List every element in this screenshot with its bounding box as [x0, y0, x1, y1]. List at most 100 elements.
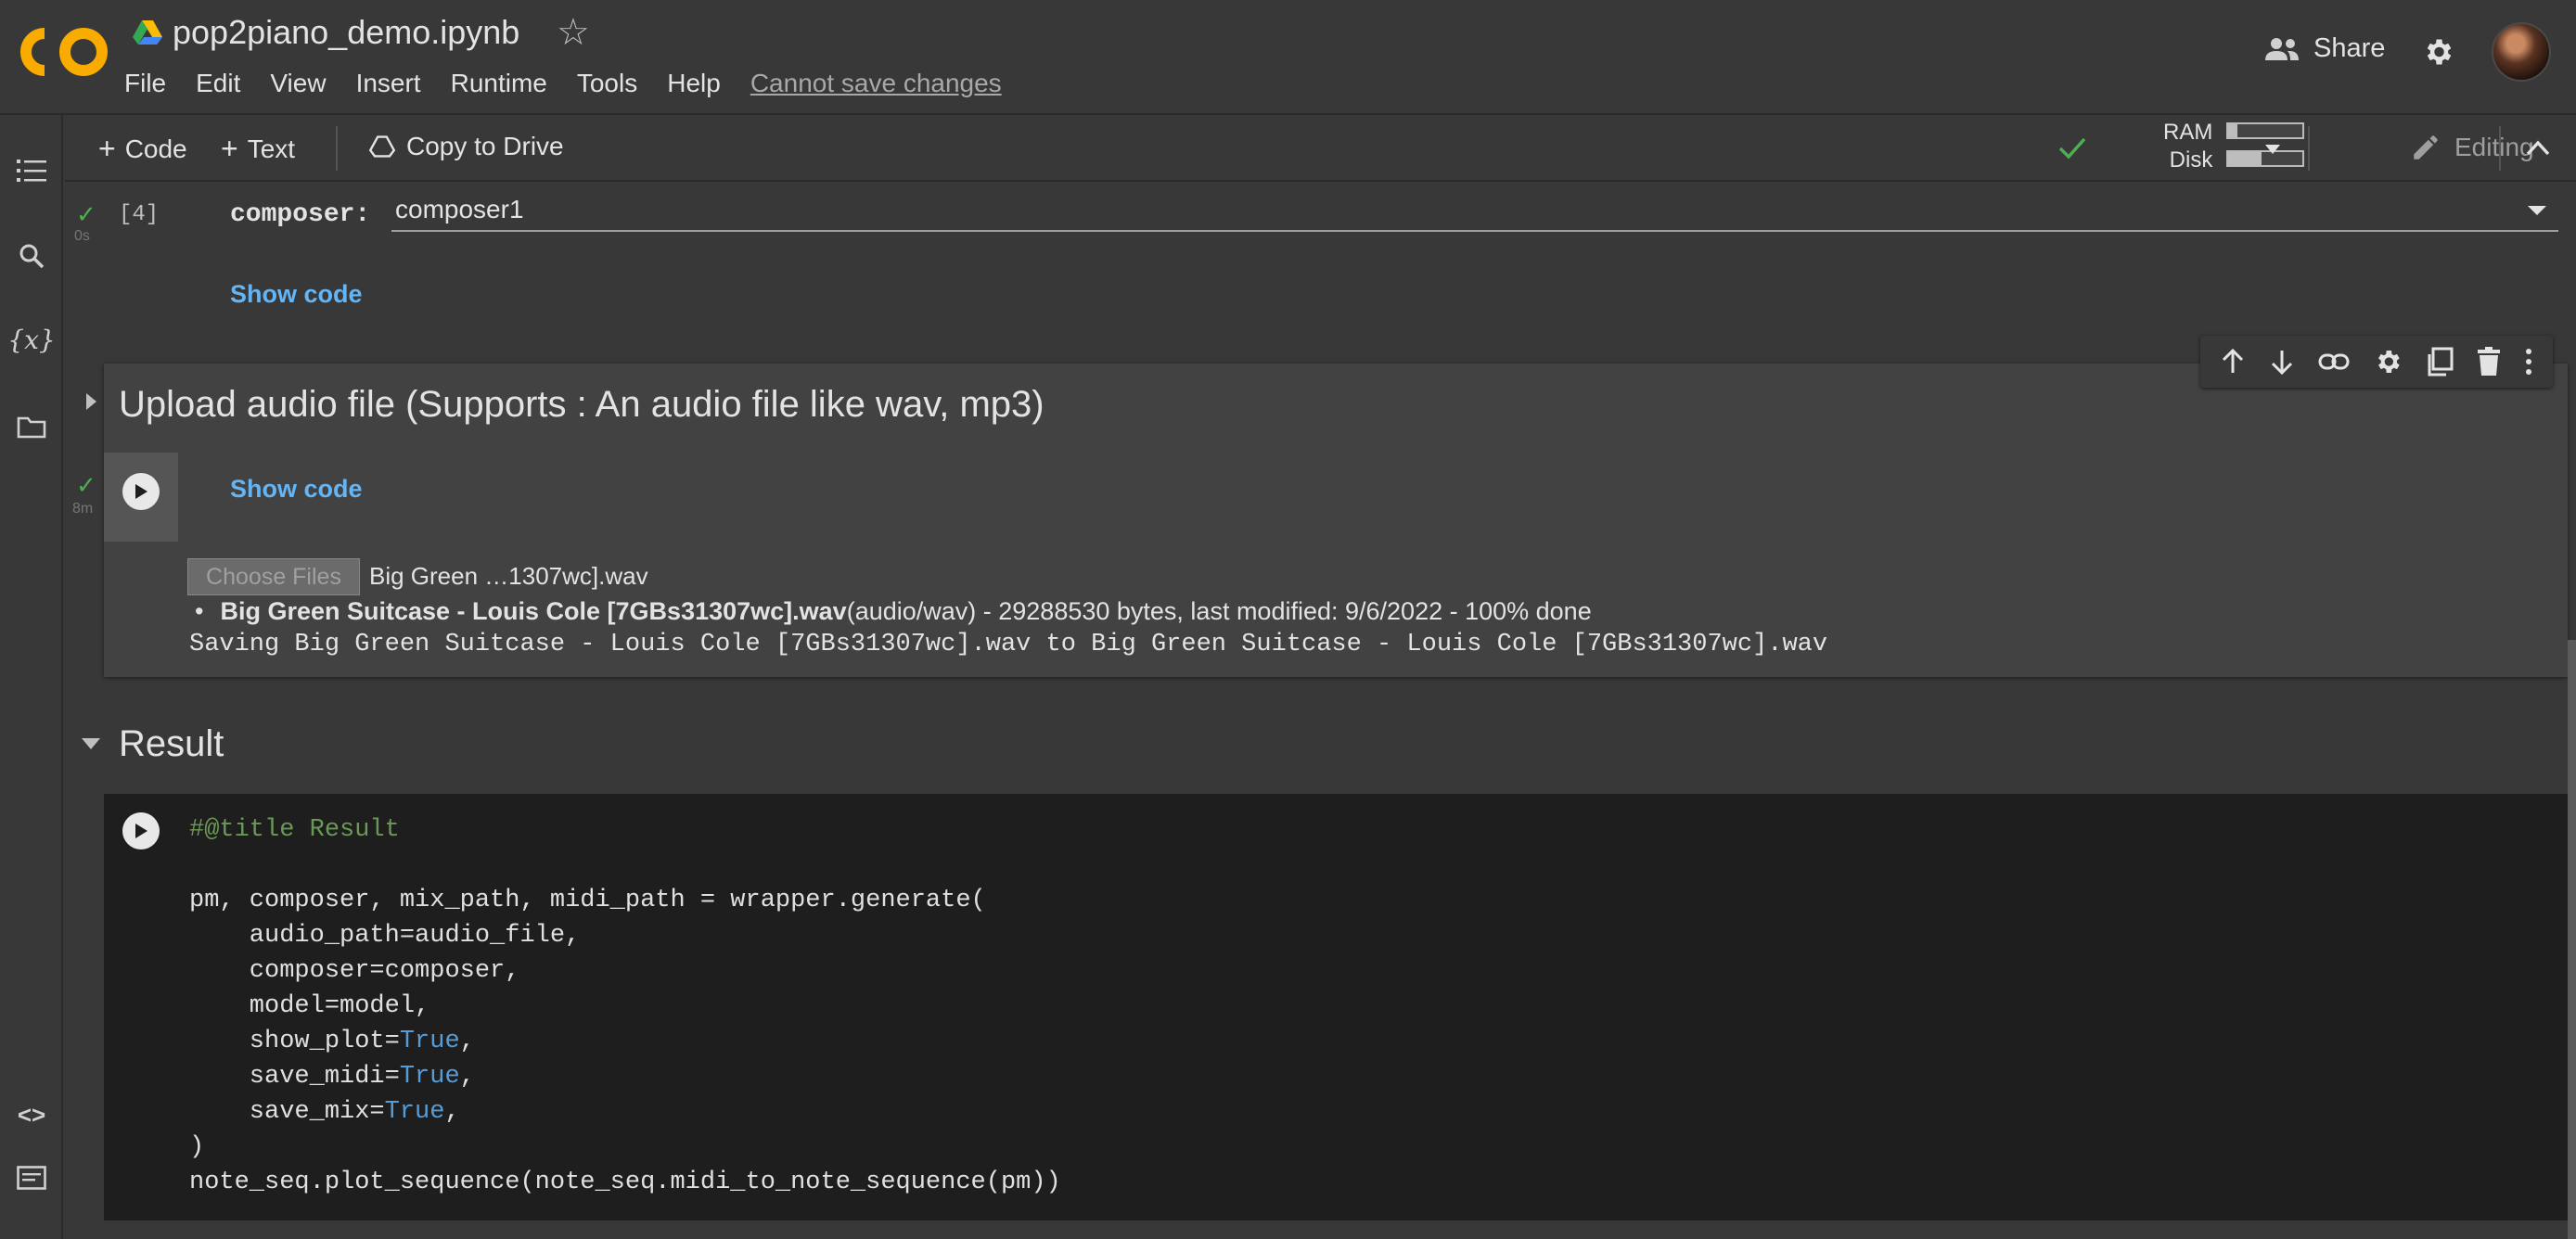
resources-labels[interactable]: RAM Disk	[2163, 119, 2212, 174]
share-button[interactable]: Share	[2263, 33, 2385, 64]
dropdown-caret-icon	[2528, 206, 2546, 215]
code-editor[interactable]: #@title Result pm, composer, mix_path, m…	[189, 812, 1061, 1200]
code-line: show_plot=True,	[189, 1024, 1061, 1059]
menu-tools[interactable]: Tools	[577, 69, 637, 98]
code-line: model=model,	[189, 992, 430, 1020]
code-line: #@title Result	[189, 816, 400, 844]
code-token: ,	[459, 1028, 475, 1055]
notebook-toolbar: + Code + Text Copy to Drive RAM Disk Edi…	[65, 115, 2576, 182]
exec-time: 0s	[74, 228, 90, 244]
code-keyword: True	[399, 1028, 460, 1055]
scrollbar-thumb[interactable]	[2568, 640, 2576, 1239]
code-token: ,	[459, 1063, 475, 1091]
chevron-down-icon[interactable]	[2263, 143, 2282, 156]
show-code-link[interactable]: Show code	[230, 280, 363, 309]
delete-icon[interactable]	[2477, 347, 2501, 377]
add-code-button[interactable]: + Code	[98, 132, 187, 166]
play-icon	[135, 824, 147, 838]
toolbar-divider	[336, 126, 338, 171]
notebook-title[interactable]: pop2piano_demo.ipynb	[173, 13, 519, 52]
ram-bar-fill	[2228, 124, 2237, 137]
editing-button[interactable]: Editing	[2410, 132, 2534, 163]
star-icon[interactable]: ☆	[557, 11, 590, 54]
composer-field-label: composer:	[230, 200, 371, 229]
run-cell-button[interactable]	[122, 812, 160, 849]
code-token: save_mix=	[189, 1098, 385, 1126]
colab-logo[interactable]	[17, 24, 117, 80]
terminal-icon[interactable]	[13, 1159, 50, 1196]
composer-dropdown[interactable]: composer1	[391, 195, 2558, 232]
avatar[interactable]	[2492, 22, 2551, 82]
move-up-icon[interactable]	[2220, 348, 2246, 376]
search-icon[interactable]	[13, 237, 50, 275]
drive-icon	[133, 20, 162, 45]
upload-section-title: Upload audio file (Supports : An audio f…	[119, 384, 1044, 425]
upload-status: • Big Green Suitcase - Louis Cole [7GBs31…	[195, 597, 1592, 626]
code-token: save_midi=	[189, 1063, 400, 1091]
menu-file[interactable]: File	[124, 69, 166, 98]
bullet: •	[195, 597, 204, 625]
copy-to-drive-button[interactable]: Copy to Drive	[369, 132, 564, 161]
left-sidebar: {𝑥} <>	[0, 115, 63, 1239]
exec-time: 8m	[72, 501, 94, 517]
chosen-file-name: Big Green …1307wc].wav	[369, 562, 648, 590]
code-snippets-icon[interactable]: <>	[13, 1096, 50, 1133]
add-text-button[interactable]: + Text	[221, 132, 295, 166]
run-gutter	[104, 453, 178, 542]
copy-to-drive-label: Copy to Drive	[406, 132, 564, 160]
chevron-up-icon[interactable]	[2525, 137, 2551, 158]
expand-section-icon[interactable]	[83, 391, 98, 412]
people-icon	[2265, 37, 2299, 60]
disk-bar-fill	[2228, 152, 2262, 165]
saving-output: Saving Big Green Suitcase - Louis Cole […	[189, 631, 1828, 658]
toolbar-divider	[2499, 126, 2501, 171]
cannot-save-link[interactable]: Cannot save changes	[750, 69, 1002, 98]
code-line: note_seq.plot_sequence(note_seq.midi_to_…	[189, 1169, 1061, 1196]
code-keyword: True	[384, 1098, 445, 1126]
toc-icon[interactable]	[13, 152, 50, 189]
menu-insert[interactable]: Insert	[356, 69, 421, 98]
code-line: save_midi=True,	[189, 1059, 1061, 1094]
pencil-icon	[2414, 135, 2438, 160]
executed-check-icon: ✓	[76, 471, 96, 499]
uploaded-file-meta: (audio/wav) - 29288530 bytes, last modif…	[846, 597, 1592, 625]
choose-files-button[interactable]: Choose Files	[187, 558, 360, 595]
upload-cell: Upload audio file (Supports : An audio f…	[86, 364, 2568, 677]
add-text-label: Text	[247, 134, 296, 163]
mirror-cell-icon[interactable]	[2426, 347, 2454, 377]
drive-outline-icon	[369, 135, 395, 158]
folder-icon[interactable]	[13, 408, 50, 445]
result-section-title: Result	[119, 723, 224, 764]
disk-label: Disk	[2169, 147, 2213, 172]
composer-value: composer1	[395, 195, 524, 224]
link-icon[interactable]	[2318, 352, 2350, 371]
cell-settings-icon[interactable]	[2373, 347, 2403, 377]
execution-count: [4]	[119, 202, 160, 227]
plus-icon: +	[221, 132, 238, 165]
connected-check-icon	[2058, 137, 2086, 160]
show-code-link[interactable]: Show code	[230, 475, 363, 504]
result-code-cell[interactable]: #@title Result pm, composer, mix_path, m…	[104, 794, 2568, 1220]
variables-icon[interactable]: {𝑥}	[7, 321, 55, 358]
cell-action-toolbar	[2200, 336, 2553, 388]
more-vert-icon[interactable]	[2524, 348, 2533, 376]
ram-label: RAM	[2163, 120, 2213, 145]
menu-view[interactable]: View	[270, 69, 326, 98]
move-down-icon[interactable]	[2269, 348, 2295, 376]
run-cell-button[interactable]	[122, 473, 160, 510]
app-header: pop2piano_demo.ipynb ☆ File Edit View In…	[0, 0, 2576, 115]
menu-edit[interactable]: Edit	[196, 69, 240, 98]
code-token: ,	[444, 1098, 460, 1126]
uploaded-file-name: Big Green Suitcase - Louis Cole [7GBs313…	[220, 597, 847, 625]
ram-bar[interactable]	[2226, 122, 2304, 139]
play-icon	[135, 484, 147, 499]
menu-help[interactable]: Help	[667, 69, 721, 98]
gear-icon[interactable]	[2421, 35, 2454, 69]
toolbar-divider	[2308, 126, 2310, 171]
code-keyword: True	[399, 1063, 460, 1091]
code-line: audio_path=audio_file,	[189, 922, 581, 950]
menu-runtime[interactable]: Runtime	[451, 69, 547, 98]
collapse-section-icon[interactable]	[80, 736, 102, 751]
plus-icon: +	[98, 132, 116, 165]
